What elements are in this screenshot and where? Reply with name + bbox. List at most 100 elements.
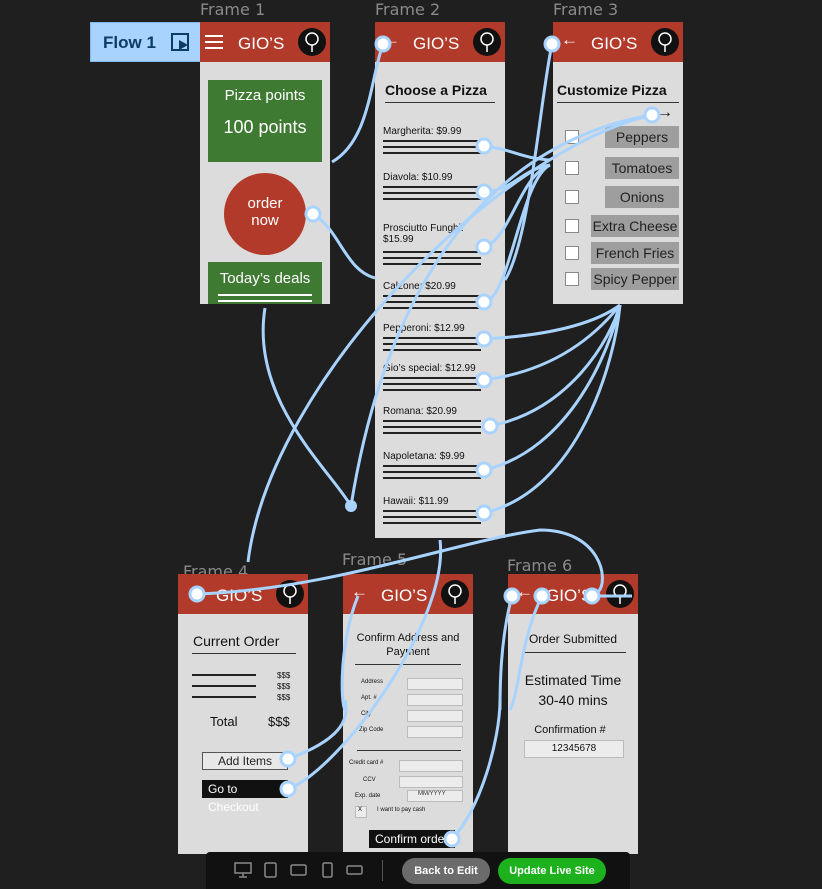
- pizza-item-name: Prosciutto Funghi: $15.99: [383, 223, 464, 245]
- page-title: Customize Pizza: [557, 82, 667, 98]
- pizza-item-description[interactable]: [383, 420, 481, 438]
- address-input[interactable]: [407, 678, 463, 690]
- page-title: Choose a Pizza: [385, 82, 487, 98]
- pizza-item-description[interactable]: [383, 465, 481, 483]
- order-now-line1: order: [247, 195, 283, 212]
- pizza-item-description[interactable]: [383, 510, 481, 528]
- page-title-line2: Payment: [386, 646, 430, 658]
- pay-cash-checkbox[interactable]: X: [355, 806, 367, 818]
- address-field-label: City: [361, 711, 372, 717]
- address-input[interactable]: [407, 710, 463, 722]
- frame-4: GIO’S Current Order $$$ $$$ $$$ Total $$…: [178, 574, 308, 854]
- topping-checkbox[interactable]: [565, 272, 579, 286]
- topping-option[interactable]: Peppers: [605, 126, 679, 148]
- back-arrow-icon[interactable]: ←: [383, 30, 400, 50]
- address-input[interactable]: [407, 694, 463, 706]
- topping-checkbox[interactable]: [565, 246, 579, 260]
- topping-option[interactable]: Onions: [605, 186, 679, 208]
- header: GIO’S: [178, 574, 308, 614]
- pizza-item-description[interactable]: [383, 140, 481, 158]
- back-arrow-icon[interactable]: ←: [561, 30, 578, 50]
- logo-icon: [473, 28, 501, 56]
- order-price-1: $$$: [277, 671, 291, 680]
- frame-3-label: Frame 3: [553, 0, 619, 19]
- page-title: Order Submitted: [528, 632, 618, 646]
- pizza-item-name: Hawaii: $11.99: [383, 496, 449, 507]
- app-title: GIO’S: [381, 586, 428, 605]
- pay-cash-label: I want to pay cash: [377, 807, 426, 813]
- logo-icon: [276, 580, 304, 608]
- phone-landscape-icon[interactable]: [346, 862, 364, 881]
- exp-label: Exp. date: [355, 793, 381, 799]
- toolbar-divider: [382, 860, 383, 881]
- topping-option[interactable]: Spicy Pepper: [591, 268, 679, 290]
- pizza-item-description[interactable]: [383, 337, 481, 355]
- preview-toolbar: Back to Edit Update Live Site: [206, 852, 630, 889]
- next-arrow-icon[interactable]: →: [657, 104, 673, 122]
- pizza-item-name: Margherita: $9.99: [383, 126, 462, 137]
- pizza-item-description[interactable]: [383, 251, 481, 269]
- card-number-field[interactable]: [399, 760, 463, 772]
- section-divider: [357, 750, 461, 751]
- flow-label: Flow 1: [103, 33, 156, 52]
- topping-checkbox[interactable]: [565, 190, 579, 204]
- pizza-points-title: Pizza points: [224, 87, 306, 104]
- app-title: GIO’S: [546, 586, 593, 605]
- frame-6: ← GIO’S Order Submitted Estimated Time 3…: [508, 574, 638, 854]
- topping-option[interactable]: Tomatoes: [605, 157, 679, 179]
- pizza-item-description[interactable]: [383, 295, 481, 313]
- pay-cash-mark: X: [358, 807, 363, 813]
- total-label: Total: [210, 714, 238, 729]
- estimated-time-label: Estimated Time: [524, 672, 622, 688]
- go-to-checkout-button[interactable]: Go to Checkout: [202, 780, 288, 814]
- ccv-field[interactable]: [399, 776, 463, 788]
- frame-6-label: Frame 6: [507, 556, 573, 575]
- desktop-icon[interactable]: [234, 862, 252, 881]
- title-underline: [385, 102, 495, 103]
- update-live-site-button[interactable]: Update Live Site: [498, 858, 606, 884]
- confirmation-number: 12345678: [524, 740, 624, 758]
- topping-option[interactable]: Extra Cheese: [591, 215, 679, 237]
- add-items-button[interactable]: Add Items: [202, 752, 288, 770]
- header: GIO’S: [200, 22, 330, 62]
- deals-divider: [218, 300, 312, 302]
- order-now-button[interactable]: order now: [224, 173, 306, 255]
- header: ← GIO’S: [343, 574, 473, 614]
- pizza-item-name: Napoletana: $9.99: [383, 451, 465, 462]
- tablet-icon[interactable]: [264, 862, 278, 881]
- pizza-item-description[interactable]: [383, 186, 481, 204]
- confirmation-label: Confirmation #: [534, 724, 606, 736]
- tablet-landscape-icon[interactable]: [290, 862, 308, 881]
- pizza-item-name: Calzone: $20.99: [383, 281, 456, 292]
- back-arrow-icon[interactable]: ←: [516, 582, 533, 602]
- play-flow-icon[interactable]: [171, 32, 193, 59]
- exp-date-field[interactable]: MM/YYYY: [407, 790, 463, 802]
- logo-icon: [298, 28, 326, 56]
- flow-badge[interactable]: Flow 1: [90, 22, 202, 62]
- topping-checkbox[interactable]: [565, 130, 579, 144]
- topping-option[interactable]: French Fries: [591, 242, 679, 264]
- back-arrow-icon[interactable]: ←: [351, 582, 368, 602]
- todays-deals-card[interactable]: Today’s deals: [208, 262, 322, 304]
- address-input[interactable]: [407, 726, 463, 738]
- back-to-edit-button[interactable]: Back to Edit: [402, 858, 490, 884]
- pizza-item-name: Romana: $20.99: [383, 406, 457, 417]
- title-underline: [557, 102, 679, 103]
- title-underline: [355, 664, 461, 665]
- deals-divider: [218, 294, 312, 296]
- order-now-line2: now: [251, 212, 279, 229]
- pizza-item-name: Gio’s special: $12.99: [383, 363, 476, 374]
- order-line-1: [192, 674, 256, 680]
- pizza-item-description[interactable]: [383, 377, 481, 395]
- topping-checkbox[interactable]: [565, 219, 579, 233]
- estimated-time-value: 30-40 mins: [538, 692, 608, 708]
- order-price-2: $$$: [277, 682, 291, 691]
- header: ← GIO’S: [553, 22, 683, 62]
- address-field-label: Zip Code: [359, 727, 384, 733]
- topping-checkbox[interactable]: [565, 161, 579, 175]
- page-title-line1: Confirm Address and: [356, 632, 460, 644]
- logo-icon: [441, 580, 469, 608]
- confirm-order-button[interactable]: Confirm order: [369, 830, 455, 848]
- phone-icon[interactable]: [322, 862, 334, 881]
- hamburger-menu-icon[interactable]: [205, 35, 223, 54]
